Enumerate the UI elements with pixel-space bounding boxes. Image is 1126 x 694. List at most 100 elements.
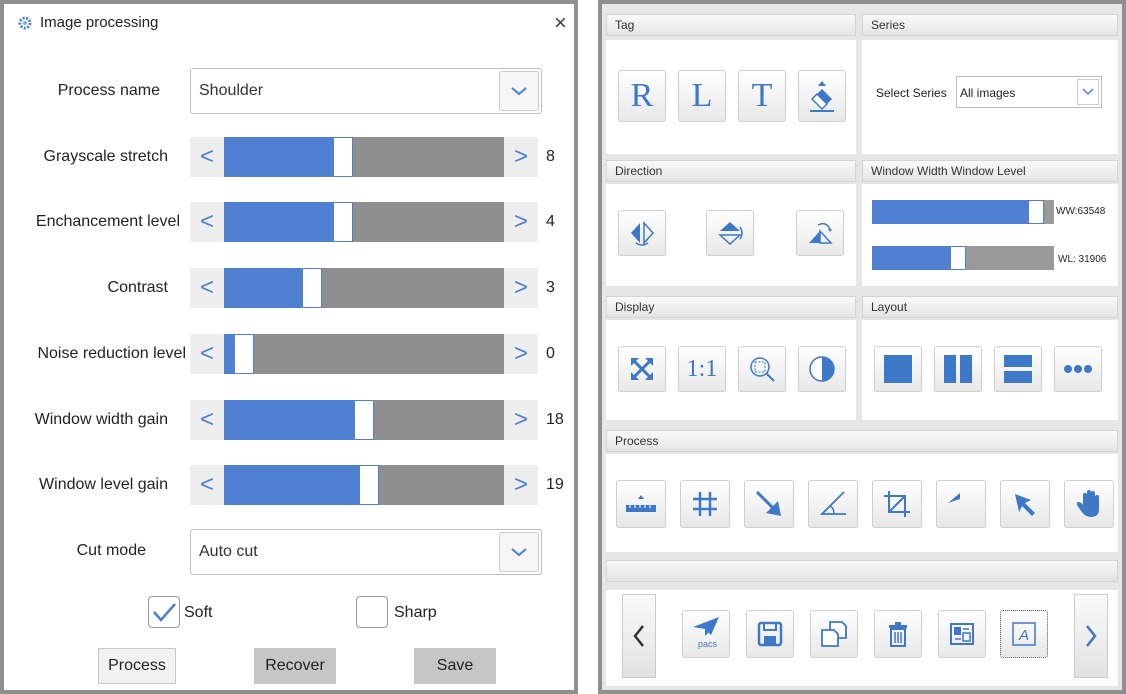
one-to-one-button[interactable]: 1:1 xyxy=(678,346,726,392)
zoom-button[interactable] xyxy=(738,346,786,392)
slider-increase-button[interactable]: > xyxy=(504,202,538,242)
delete-button[interactable] xyxy=(874,610,922,658)
prev-icon xyxy=(633,625,644,647)
checkmark-icon xyxy=(153,603,176,622)
divider-bar xyxy=(606,560,1118,582)
copy-button[interactable] xyxy=(810,610,858,658)
fit-screen-button[interactable] xyxy=(618,346,666,392)
slider-increase-button[interactable]: > xyxy=(504,334,538,374)
chevron-down-icon[interactable] xyxy=(1077,79,1099,105)
flip-vertical-button[interactable] xyxy=(706,210,754,256)
flip-horizontal-icon xyxy=(631,221,655,246)
tag-t-button[interactable]: T xyxy=(738,70,786,122)
slider-decrease-button[interactable]: < xyxy=(190,268,224,308)
window-width-bar[interactable] xyxy=(872,200,1054,224)
crop-button[interactable] xyxy=(872,480,922,528)
process-section xyxy=(606,454,1118,552)
close-icon[interactable]: × xyxy=(554,10,567,36)
process-name-combo[interactable]: Shoulder xyxy=(190,68,542,114)
send-pacs-button[interactable]: pacs xyxy=(682,610,730,658)
slider[interactable]: < > xyxy=(190,465,538,505)
dialog-title: Image processing xyxy=(40,14,159,31)
soft-checkbox[interactable] xyxy=(148,596,180,628)
recover-button[interactable]: Recover xyxy=(254,648,336,684)
slider-track[interactable] xyxy=(224,400,504,440)
process-name-value: Shoulder xyxy=(199,82,264,99)
slider-thumb[interactable] xyxy=(302,268,322,308)
rotate-button[interactable] xyxy=(796,210,844,256)
slider[interactable]: < > xyxy=(190,202,538,242)
chevron-down-icon[interactable] xyxy=(499,71,539,111)
invert-button[interactable] xyxy=(798,346,846,392)
layout-2-columns-button[interactable] xyxy=(934,346,982,392)
angle-button[interactable] xyxy=(808,480,858,528)
sharp-checkbox[interactable] xyxy=(356,596,388,628)
save-icon xyxy=(757,621,783,647)
prev-button[interactable] xyxy=(622,594,656,678)
slider-thumb[interactable] xyxy=(333,202,353,242)
layout-more-button[interactable] xyxy=(1054,346,1102,392)
slider-track[interactable] xyxy=(224,465,504,505)
rotate-icon xyxy=(809,222,833,244)
one-to-one-label: 1:1 xyxy=(686,355,718,382)
slider[interactable]: < > xyxy=(190,400,538,440)
window-width-value: WW:63548 xyxy=(1056,206,1106,217)
grid-button[interactable] xyxy=(680,480,730,528)
wwwl-section: WW:63548 WL: 31906 xyxy=(862,184,1118,286)
chevron-down-icon[interactable] xyxy=(499,532,539,572)
tag-l-button[interactable]: L xyxy=(678,70,726,122)
save-image-button[interactable] xyxy=(746,610,794,658)
series-select[interactable]: All images xyxy=(956,76,1102,108)
tag-r-button[interactable]: R xyxy=(618,70,666,122)
slider-increase-button[interactable]: > xyxy=(504,400,538,440)
slider-track[interactable] xyxy=(224,268,504,308)
slider[interactable]: < > xyxy=(190,334,538,374)
slider-thumb[interactable] xyxy=(333,137,353,177)
slider-thumb[interactable] xyxy=(234,334,254,374)
slider-decrease-button[interactable]: < xyxy=(190,465,224,505)
process-button[interactable]: Process xyxy=(98,648,176,684)
slider-value: 8 xyxy=(546,148,555,165)
pan-hand-button[interactable] xyxy=(1064,480,1114,528)
window-level-bar[interactable] xyxy=(872,246,1054,270)
slider-fill xyxy=(224,202,335,242)
flip-horizontal-button[interactable] xyxy=(618,210,666,256)
slider-increase-button[interactable]: > xyxy=(504,268,538,308)
slider[interactable]: < > xyxy=(190,137,538,177)
slider-label: Contrast xyxy=(107,279,168,296)
slider-decrease-button[interactable]: < xyxy=(190,137,224,177)
layout-2-rows-button[interactable] xyxy=(994,346,1042,392)
slider-thumb[interactable] xyxy=(354,400,374,440)
layout-more-icon xyxy=(1064,365,1092,373)
window-level-thumb[interactable] xyxy=(950,246,966,270)
save-button[interactable]: Save xyxy=(414,648,496,684)
arrow-button[interactable] xyxy=(744,480,794,528)
tag-l-label: L xyxy=(691,77,713,114)
pacs-label: pacs xyxy=(698,639,718,649)
slider-track[interactable] xyxy=(224,137,504,177)
slider-increase-button[interactable]: > xyxy=(504,465,538,505)
swap-button[interactable] xyxy=(938,610,986,658)
ruler-button[interactable] xyxy=(616,480,666,528)
slider-decrease-button[interactable]: < xyxy=(190,400,224,440)
slider-track[interactable] xyxy=(224,202,504,242)
process-name-label: Process name xyxy=(57,82,160,99)
slider-decrease-button[interactable]: < xyxy=(190,202,224,242)
eraser-button[interactable] xyxy=(798,70,846,122)
undo-button[interactable] xyxy=(936,480,986,528)
cut-mode-combo[interactable]: Auto cut xyxy=(190,529,542,575)
slider-increase-button[interactable]: > xyxy=(504,137,538,177)
text-annotation-button[interactable]: A xyxy=(1000,610,1048,658)
next-icon xyxy=(1086,625,1097,647)
slider-decrease-button[interactable]: < xyxy=(190,334,224,374)
pointer-button[interactable] xyxy=(1000,480,1050,528)
next-button[interactable] xyxy=(1074,594,1108,678)
zoom-icon xyxy=(750,357,775,382)
layout-1x1-button[interactable] xyxy=(874,346,922,392)
slider-thumb[interactable] xyxy=(359,465,379,505)
slider-track[interactable] xyxy=(224,334,504,374)
series-section-header: Series xyxy=(862,14,1118,36)
direction-section xyxy=(606,184,856,286)
window-width-thumb[interactable] xyxy=(1028,200,1044,224)
slider[interactable]: < > xyxy=(190,268,538,308)
